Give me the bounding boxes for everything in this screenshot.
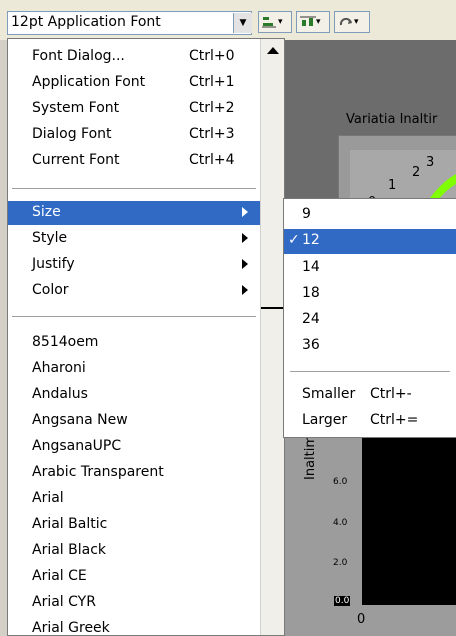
chevron-down-icon[interactable]: ▼ bbox=[233, 13, 252, 33]
size-option-selected[interactable]: ✓ 12 bbox=[284, 229, 456, 254]
font-list-item[interactable]: Arabic Transparent bbox=[32, 464, 164, 480]
reorder-button[interactable]: ▾ bbox=[334, 11, 370, 33]
arrow-up-icon bbox=[267, 47, 279, 54]
font-list-item[interactable]: AngsanaUPC bbox=[32, 438, 121, 454]
menu-item-label: Justify bbox=[32, 256, 75, 272]
size-option[interactable]: 9 bbox=[284, 203, 456, 228]
scroll-thumb[interactable] bbox=[261, 307, 284, 317]
size-option[interactable]: 18 bbox=[284, 282, 456, 307]
menu-item-application-font[interactable]: Application Font Ctrl+1 bbox=[8, 71, 260, 95]
graph-y-zero: 0.0 bbox=[334, 596, 351, 606]
submenu-arrow-icon bbox=[242, 233, 248, 243]
graph-y-tick: 4.0 bbox=[333, 518, 348, 528]
font-select-dropdown[interactable]: 12pt Application Font ▼ bbox=[7, 11, 252, 35]
size-option-label: 12 bbox=[302, 232, 320, 248]
menu-item-color[interactable]: Color bbox=[8, 279, 260, 303]
distribute-objects-icon bbox=[300, 16, 316, 26]
size-option[interactable]: 24 bbox=[284, 308, 456, 333]
reorder-icon bbox=[339, 17, 352, 25]
graph-y-tick: 6.0 bbox=[333, 477, 348, 487]
menu-separator bbox=[12, 188, 256, 189]
font-list-item[interactable]: Arial CYR bbox=[32, 594, 96, 610]
font-list-item[interactable]: 8514oem bbox=[32, 334, 98, 350]
menu-item-justify[interactable]: Justify bbox=[8, 253, 260, 277]
menu-item-label: Application Font bbox=[32, 74, 146, 90]
align-objects-button[interactable]: ▾ bbox=[258, 11, 292, 33]
size-option[interactable]: 36 bbox=[284, 334, 456, 359]
menu-item-label: Size bbox=[32, 204, 61, 220]
font-list-item[interactable]: Andalus bbox=[32, 386, 88, 402]
font-list-item[interactable]: Arial Baltic bbox=[32, 516, 107, 532]
size-larger-shortcut: Ctrl+= bbox=[370, 412, 419, 428]
menu-scrollbar[interactable] bbox=[260, 39, 284, 635]
submenu-arrow-icon bbox=[242, 207, 248, 217]
menu-item-shortcut: Ctrl+1 bbox=[189, 74, 235, 90]
submenu-arrow-icon bbox=[242, 285, 248, 295]
distribute-objects-button[interactable]: ▾ bbox=[296, 11, 330, 33]
submenu-arrow-icon bbox=[242, 259, 248, 269]
menu-item-dialog-font[interactable]: Dialog Font Ctrl+3 bbox=[8, 123, 260, 147]
align-objects-icon bbox=[262, 16, 276, 27]
menu-item-label: System Font bbox=[32, 100, 120, 116]
graph-x-zero: 0 bbox=[357, 612, 366, 627]
size-option-label: 9 bbox=[302, 206, 311, 222]
size-smaller-shortcut: Ctrl+- bbox=[370, 386, 412, 402]
font-list-item[interactable]: Arial bbox=[32, 490, 64, 506]
font-list-item[interactable]: Arial CE bbox=[32, 568, 87, 584]
size-option-label: 14 bbox=[302, 259, 320, 275]
menu-item-shortcut: Ctrl+0 bbox=[189, 48, 235, 64]
font-list-item[interactable]: Arial Greek bbox=[32, 620, 110, 635]
menu-separator bbox=[290, 371, 450, 372]
size-option-label: 36 bbox=[302, 337, 320, 353]
gauge-tick: 2 bbox=[412, 165, 421, 180]
menu-item-shortcut: Ctrl+3 bbox=[189, 126, 235, 142]
menu-item-current-font[interactable]: Current Font Ctrl+4 bbox=[8, 149, 260, 173]
gauge-fill-arc bbox=[430, 174, 456, 200]
menu-item-label: Font Dialog... bbox=[32, 48, 125, 64]
toolbar: 12pt Application Font ▼ ▾ ▾ ▾ bbox=[0, 0, 456, 40]
font-select-value: 12pt Application Font bbox=[11, 14, 161, 30]
menu-separator bbox=[12, 316, 256, 317]
size-larger[interactable]: Larger Ctrl+= bbox=[284, 409, 456, 434]
menu-item-style[interactable]: Style bbox=[8, 227, 260, 251]
menu-item-label: Dialog Font bbox=[32, 126, 112, 142]
indicator-title: Variatia Inaltir bbox=[346, 112, 438, 127]
font-list-item[interactable]: Angsana New bbox=[32, 412, 128, 428]
size-smaller[interactable]: Smaller Ctrl+- bbox=[284, 383, 456, 408]
graph-y-tick: 2.0 bbox=[333, 558, 348, 568]
menu-item-label: Style bbox=[32, 230, 68, 246]
menu-item-label: Current Font bbox=[32, 152, 120, 168]
gauge-tick: 1 bbox=[388, 178, 397, 193]
menu-item-system-font[interactable]: System Font Ctrl+2 bbox=[8, 97, 260, 121]
size-larger-label: Larger bbox=[302, 412, 348, 428]
font-menu: Font Dialog... Ctrl+0 Application Font C… bbox=[7, 38, 285, 636]
size-smaller-label: Smaller bbox=[302, 386, 356, 402]
size-submenu: 9 ✓ 12 14 18 24 36 Smaller Ctrl+- Larger… bbox=[283, 198, 456, 438]
menu-item-size[interactable]: Size bbox=[8, 201, 260, 225]
font-list-item[interactable]: Aharoni bbox=[32, 360, 86, 376]
size-option-label: 24 bbox=[302, 311, 320, 327]
menu-item-shortcut: Ctrl+2 bbox=[189, 100, 235, 116]
graph-plot-area bbox=[362, 420, 456, 605]
menu-item-shortcut: Ctrl+4 bbox=[189, 152, 235, 168]
scroll-up-button[interactable] bbox=[261, 39, 284, 63]
size-option[interactable]: 14 bbox=[284, 256, 456, 281]
gauge-tick: 3 bbox=[426, 155, 435, 170]
menu-item-font-dialog[interactable]: Font Dialog... Ctrl+0 bbox=[8, 45, 260, 69]
menu-item-label: Color bbox=[32, 282, 69, 298]
checkmark-icon: ✓ bbox=[288, 232, 300, 248]
size-option-label: 18 bbox=[302, 285, 320, 301]
font-list-item[interactable]: Arial Black bbox=[32, 542, 106, 558]
